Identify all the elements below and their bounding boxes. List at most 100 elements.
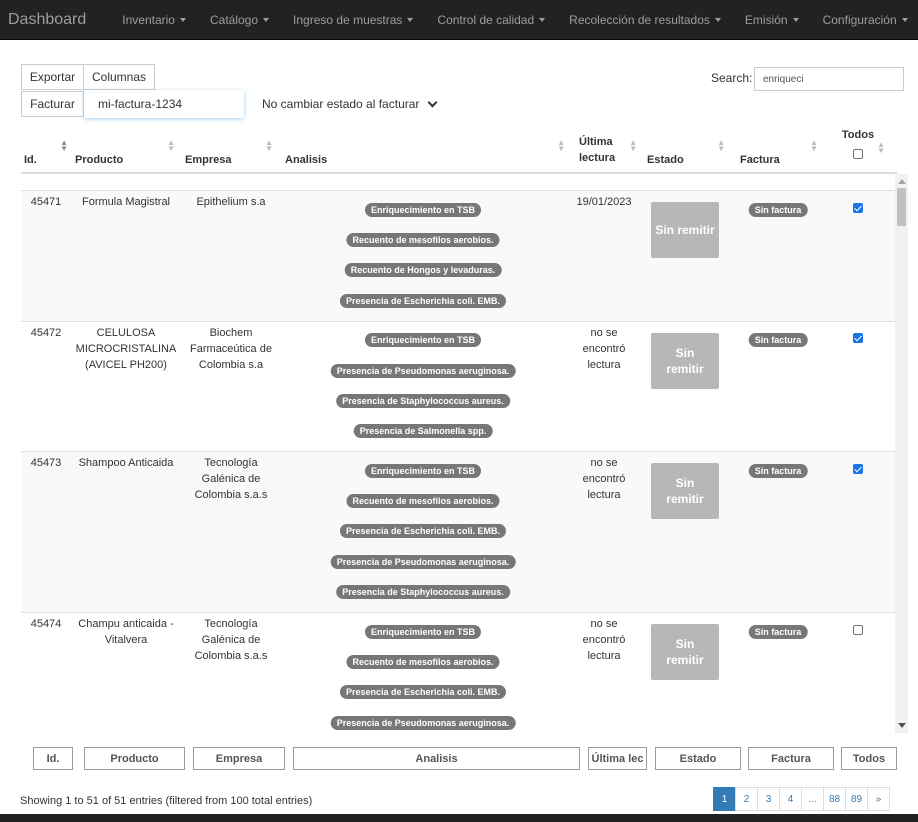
th-estado[interactable]: Estado ▲ ▼	[647, 126, 729, 172]
navbar: Dashboard Inventario Catálogo Ingreso de…	[0, 0, 918, 40]
analysis-badge: Presencia de Escherichia coli. EMB.	[339, 524, 507, 538]
select-all-checkbox[interactable]	[853, 149, 863, 159]
cell-producto: Champu anticaida - Vitalvera	[78, 618, 174, 646]
analysis-badge: Recuento de mesofilos aerobios.	[346, 655, 500, 669]
factura-badge: Sin factura	[748, 464, 808, 478]
analysis-badge: Enriquecimiento en TSB	[364, 625, 482, 639]
brand-link[interactable]: Dashboard	[0, 0, 110, 40]
th-analisis[interactable]: Analisis ▲ ▼	[285, 126, 569, 172]
nav-emision[interactable]: Emisión	[733, 0, 811, 40]
table-header: Id. ▲ ▼ Producto ▲ ▼ Empresa ▲ ▼ Analisis ▲ ▼ Úl…	[21, 126, 897, 174]
analysis-badge: Presencia de Escherichia coli. EMB.	[339, 685, 507, 699]
page-ellipsis: ...	[801, 787, 824, 811]
analysis-badge: Presencia de Staphylococcus aureus.	[336, 394, 510, 408]
footer-filter-id[interactable]: Id.	[33, 747, 73, 770]
table-scrollbar[interactable]	[895, 174, 908, 733]
footer-filter-analisis[interactable]: Analisis	[293, 747, 580, 770]
analysis-badge: Presencia de Pseudomonas aeruginosa.	[330, 716, 516, 730]
cell-id: 45473	[30, 457, 62, 469]
search-input[interactable]	[754, 67, 904, 91]
estado-button[interactable]: Sin remitir	[651, 333, 719, 389]
footer-filter-lectura[interactable]: Última lec	[588, 747, 647, 770]
scrollbar-thumb[interactable]	[897, 188, 906, 226]
nav-label: Configuración	[822, 12, 897, 27]
nav-catalogo[interactable]: Catálogo	[198, 0, 281, 40]
page-next[interactable]: »	[867, 787, 890, 811]
row-checkbox[interactable]	[853, 203, 863, 213]
estado-button[interactable]: Sin remitir	[651, 463, 719, 519]
scroll-up-icon[interactable]	[898, 179, 906, 184]
row-checkbox[interactable]	[853, 464, 863, 474]
cell-empresa: Biochem Farmaceútica de Colombia s.a	[190, 327, 272, 371]
table-body: 45471 Formula Magistral Epithelium s.a E…	[21, 174, 895, 733]
page-4[interactable]: 4	[779, 787, 802, 811]
cell-empresa: Tecnología Galénica de Colombia s.a.s	[194, 457, 268, 501]
row-checkbox[interactable]	[853, 333, 863, 343]
nav-ingreso-muestras[interactable]: Ingreso de muestras	[281, 0, 425, 40]
export-button[interactable]: Exportar	[21, 64, 84, 90]
table-row: 45473 Shampoo Anticaida Tecnología Galén…	[21, 451, 895, 612]
estado-button[interactable]: Sin remitir	[651, 202, 719, 258]
cell-id: 45472	[30, 327, 62, 339]
caret-down-icon	[407, 18, 414, 23]
th-id[interactable]: Id. ▲ ▼	[24, 126, 72, 172]
nav-label: Inventario	[122, 12, 175, 27]
columns-button[interactable]: Columnas	[83, 64, 155, 90]
sort-icon: ▲ ▼	[629, 138, 637, 153]
analysis-badge: Enriquecimiento en TSB	[364, 464, 482, 478]
nav-label: Control de calidad	[437, 12, 535, 27]
nav-inventario[interactable]: Inventario	[110, 0, 198, 40]
analysis-badge: Presencia de Pseudomonas aeruginosa.	[330, 555, 516, 569]
factura-badge: Sin factura	[748, 625, 808, 639]
search-label: Search:	[711, 71, 753, 85]
analysis-badge: Recuento de Hongos y levaduras.	[344, 263, 502, 277]
analysis-badge: Recuento de mesofilos aerobios.	[346, 494, 500, 508]
th-empresa[interactable]: Empresa ▲ ▼	[185, 126, 277, 172]
cell-producto: CELULOSA MICROCRISTALINA (AVICEL PH200)	[75, 327, 177, 371]
analysis-badge: Enriquecimiento en TSB	[364, 203, 482, 217]
analysis-badge: Enriquecimiento en TSB	[364, 333, 482, 347]
cell-lectura: no se encontró lectura	[582, 618, 626, 662]
footer-filter-todos[interactable]: Todos	[841, 747, 897, 770]
caret-down-icon	[179, 18, 186, 23]
sort-asc-icon: ▲ ▼	[60, 138, 68, 153]
nav-control-calidad[interactable]: Control de calidad	[425, 0, 557, 40]
footer-filter-producto[interactable]: Producto	[84, 747, 185, 770]
page-1[interactable]: 1	[713, 787, 736, 811]
nav-recoleccion[interactable]: Recolección de resultados	[557, 0, 733, 40]
chevron-down-icon	[427, 97, 438, 108]
row-checkbox[interactable]	[853, 625, 863, 635]
pagination: 1 2 3 4 ... 88 89 »	[713, 787, 890, 811]
footer-filter-empresa[interactable]: Empresa	[193, 747, 285, 770]
scroll-down-icon[interactable]	[898, 723, 906, 728]
cell-lectura: 19/01/2023	[576, 196, 632, 208]
th-label: Empresa	[185, 154, 232, 166]
estado-button[interactable]: Sin remitir	[651, 624, 719, 680]
analysis-badge: Presencia de Staphylococcus aureus.	[336, 585, 510, 599]
th-producto[interactable]: Producto ▲ ▼	[75, 126, 179, 172]
th-todos[interactable]: Todos ▲ ▼	[827, 126, 889, 172]
page-89[interactable]: 89	[845, 787, 868, 811]
th-factura[interactable]: Factura ▲ ▼	[740, 126, 822, 172]
th-label: Factura	[740, 154, 780, 166]
nav-label: Emisión	[744, 12, 788, 27]
page-3[interactable]: 3	[757, 787, 780, 811]
invoice-number-input[interactable]	[84, 90, 244, 118]
table-row: 45472 CELULOSA MICROCRISTALINA (AVICEL P…	[21, 321, 895, 451]
footer-filter-estado[interactable]: Estado	[655, 747, 741, 770]
page-88[interactable]: 88	[823, 787, 846, 811]
nav-configuracion[interactable]: Configuración	[811, 0, 918, 40]
cell-analisis: Enriquecimiento en TSB Presencia de Pseu…	[285, 322, 561, 451]
caret-down-icon	[792, 18, 799, 23]
table-info: Showing 1 to 51 of 51 entries (filtered …	[20, 795, 313, 807]
invoice-state-select[interactable]: No cambiar estado al facturar	[258, 94, 442, 114]
caret-down-icon	[901, 18, 908, 23]
footer-filter-factura[interactable]: Factura	[748, 747, 834, 770]
factura-badge: Sin factura	[748, 203, 808, 217]
bottom-bar	[0, 814, 918, 822]
th-lectura[interactable]: Última lectura ▲ ▼	[579, 126, 641, 172]
page-2[interactable]: 2	[735, 787, 758, 811]
th-label: Todos	[841, 129, 875, 141]
invoice-button[interactable]: Facturar	[21, 91, 84, 117]
analysis-badge: Presencia de Salmonella spp.	[353, 424, 493, 438]
